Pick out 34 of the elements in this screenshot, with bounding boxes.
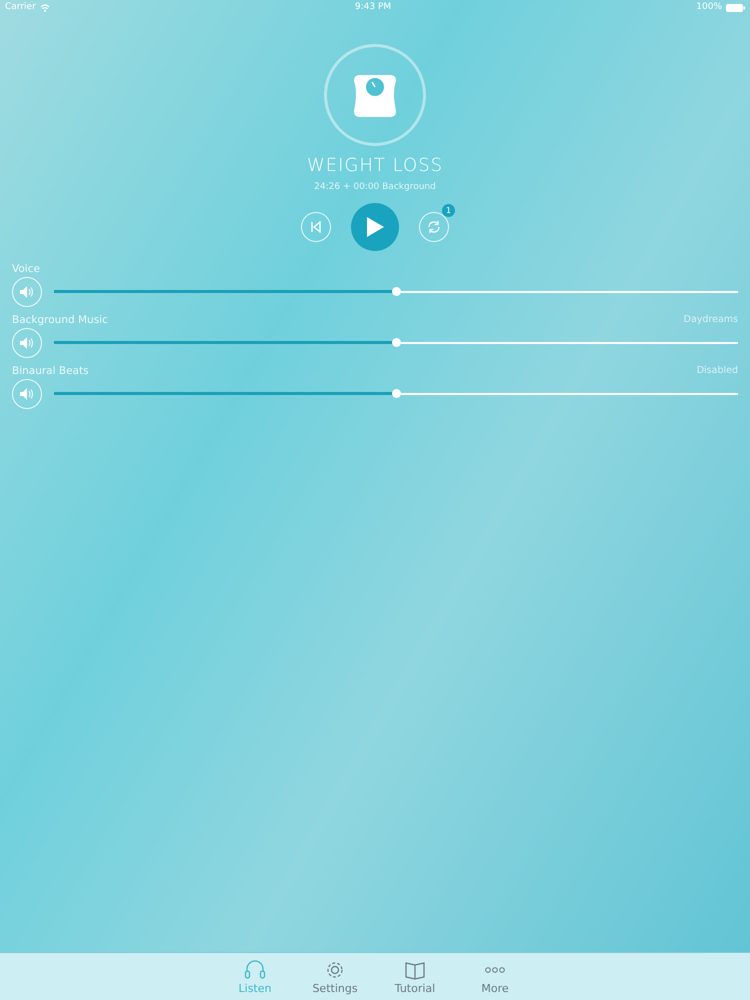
count-badge: 1 xyxy=(442,204,455,216)
tab-item[interactable]: Settings xyxy=(313,953,357,1000)
channel-label: Background Music xyxy=(12,314,108,326)
speaker-icon xyxy=(19,386,35,400)
battery-percent: 100% xyxy=(696,1,722,14)
mute-button[interactable] xyxy=(12,276,42,306)
tab-item[interactable]: Tutorial xyxy=(393,953,437,1000)
skip-back-icon xyxy=(310,220,322,232)
more-icon xyxy=(484,967,506,973)
carrier-name: Carrier xyxy=(5,1,36,14)
mute-button[interactable] xyxy=(12,328,42,358)
play-icon xyxy=(365,216,385,238)
mute-button[interactable] xyxy=(12,378,42,408)
battery-icon xyxy=(726,4,745,12)
speaker-icon xyxy=(19,284,35,298)
session-title: WEIGHT LOSS xyxy=(306,154,444,178)
status-time: 9:43 PM xyxy=(354,1,392,14)
tab-item[interactable]: Listen xyxy=(233,953,277,1000)
channel-source: Daydreams xyxy=(684,314,738,326)
session-duration: 24:26 + 00:00 Background xyxy=(314,181,436,194)
speaker-icon xyxy=(19,336,35,350)
channel-label: Binaural Beats xyxy=(12,364,89,376)
repeat-icon xyxy=(427,220,441,234)
slider-thumb[interactable] xyxy=(392,388,401,398)
slider-thumb[interactable] xyxy=(392,286,401,296)
play-button[interactable] xyxy=(351,202,399,250)
headphones-icon xyxy=(244,959,266,981)
channel-source: Disabled xyxy=(696,364,738,376)
slider-thumb[interactable] xyxy=(392,338,401,346)
channel-label: Voice xyxy=(12,262,40,274)
wifi-icon xyxy=(40,4,50,12)
restart-button[interactable] xyxy=(301,212,331,242)
scale-icon xyxy=(352,73,398,117)
tab-item[interactable]: More xyxy=(473,953,517,1000)
